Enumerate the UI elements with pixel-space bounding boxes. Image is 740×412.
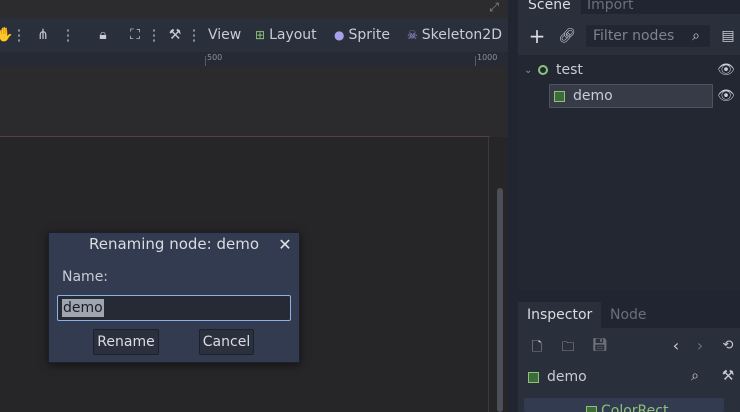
ruler-tick xyxy=(475,56,476,66)
search-icon: ⌕ xyxy=(692,28,700,44)
colorrect-icon xyxy=(528,371,539,383)
layout-menu[interactable]: ⊞ Layout xyxy=(255,26,317,44)
open-folder-icon[interactable]: 🗀︎ xyxy=(559,338,577,356)
tab-inspector[interactable]: Inspector xyxy=(518,302,602,328)
pan-icon[interactable]: ✋ xyxy=(0,26,14,44)
tab-scene[interactable]: Scene xyxy=(518,0,581,14)
snap-icon[interactable]: ⋔ xyxy=(34,26,52,44)
canvas-area[interactable] xyxy=(0,66,508,136)
save-icon[interactable]: 💾︎ xyxy=(591,338,609,356)
tab-node[interactable]: Node xyxy=(601,302,656,328)
add-node-icon[interactable]: + xyxy=(527,24,547,48)
chevron-down-icon[interactable]: ⌄ xyxy=(524,65,538,76)
property-section-label: ColorRect xyxy=(601,403,669,412)
visibility-eye-icon[interactable]: 👁︎ xyxy=(716,88,736,104)
toolbar-separator xyxy=(153,26,155,44)
tree-item-test[interactable]: ⌄ test xyxy=(524,58,734,82)
dialog-title: Renaming node: demo xyxy=(88,235,260,253)
ruler-tick-label: 500 xyxy=(207,53,223,62)
bone-icon[interactable]: ⚒ xyxy=(166,26,184,44)
horizontal-ruler[interactable] xyxy=(0,52,508,67)
ruler-tick-label: 1000 xyxy=(477,53,498,62)
expand-icon[interactable]: ⤢ xyxy=(480,0,508,14)
toolbar-separator xyxy=(18,26,20,44)
tab-import[interactable]: Import xyxy=(577,0,643,14)
history-icon[interactable]: ⟲ xyxy=(718,338,738,356)
cancel-button[interactable]: Cancel xyxy=(199,329,254,355)
history-forward-icon[interactable]: › xyxy=(692,336,708,356)
sprite-menu-label: Sprite xyxy=(348,27,391,43)
name-input-selected-text: demo xyxy=(62,299,104,317)
name-label: Name: xyxy=(62,269,109,285)
view-menu-label: View xyxy=(208,27,242,43)
filter-nodes-placeholder: Filter nodes xyxy=(593,28,675,44)
close-icon[interactable]: ✕ xyxy=(276,235,294,255)
new-resource-icon[interactable]: 🗋︎ xyxy=(528,338,546,356)
history-back-icon[interactable]: ‹ xyxy=(668,336,684,356)
viewport-boundary-vline xyxy=(488,136,489,412)
scene-script-icon[interactable]: ▤ xyxy=(718,25,738,47)
rename-button[interactable]: Rename xyxy=(93,329,159,355)
colorrect-icon xyxy=(554,90,565,102)
skeleton2d-menu[interactable]: ☠ Skeleton2D xyxy=(407,26,502,44)
search-icon[interactable]: ⌕ xyxy=(686,368,704,386)
ruler-tick xyxy=(205,56,206,66)
property-section-header[interactable]: ColorRect xyxy=(524,398,724,412)
colorrect-icon xyxy=(586,405,597,412)
group-icon[interactable]: ⛶ xyxy=(126,26,144,44)
toolbar-separator xyxy=(193,26,195,44)
tree-item-demo[interactable]: demo xyxy=(549,84,713,108)
tools-icon[interactable]: ⚒ xyxy=(718,368,738,386)
layout-menu-label: Layout xyxy=(269,27,317,43)
tree-item-label: test xyxy=(556,62,583,78)
node2d-icon xyxy=(538,65,548,75)
viewport-boundary-line xyxy=(0,136,490,137)
visibility-eye-icon[interactable]: 👁︎ xyxy=(716,62,736,78)
layout-icon: ⊞ xyxy=(255,28,266,42)
skeleton2d-menu-label: Skeleton2D xyxy=(421,27,502,43)
snap-options-icon[interactable] xyxy=(67,26,69,44)
lock-icon[interactable]: 🔒︎ xyxy=(94,26,112,44)
inspector-object-label: demo xyxy=(547,369,587,385)
sprite-icon: ● xyxy=(334,28,345,42)
inspector-object-selector[interactable]: demo xyxy=(528,368,587,386)
view-menu[interactable]: View xyxy=(208,26,241,44)
skeleton-icon: ☠ xyxy=(407,28,418,42)
link-icon[interactable]: 🔗︎ xyxy=(557,25,577,47)
tree-item-label: demo xyxy=(573,88,613,104)
vertical-scrollbar[interactable] xyxy=(497,188,503,412)
sprite-menu[interactable]: ● Sprite xyxy=(334,26,390,44)
